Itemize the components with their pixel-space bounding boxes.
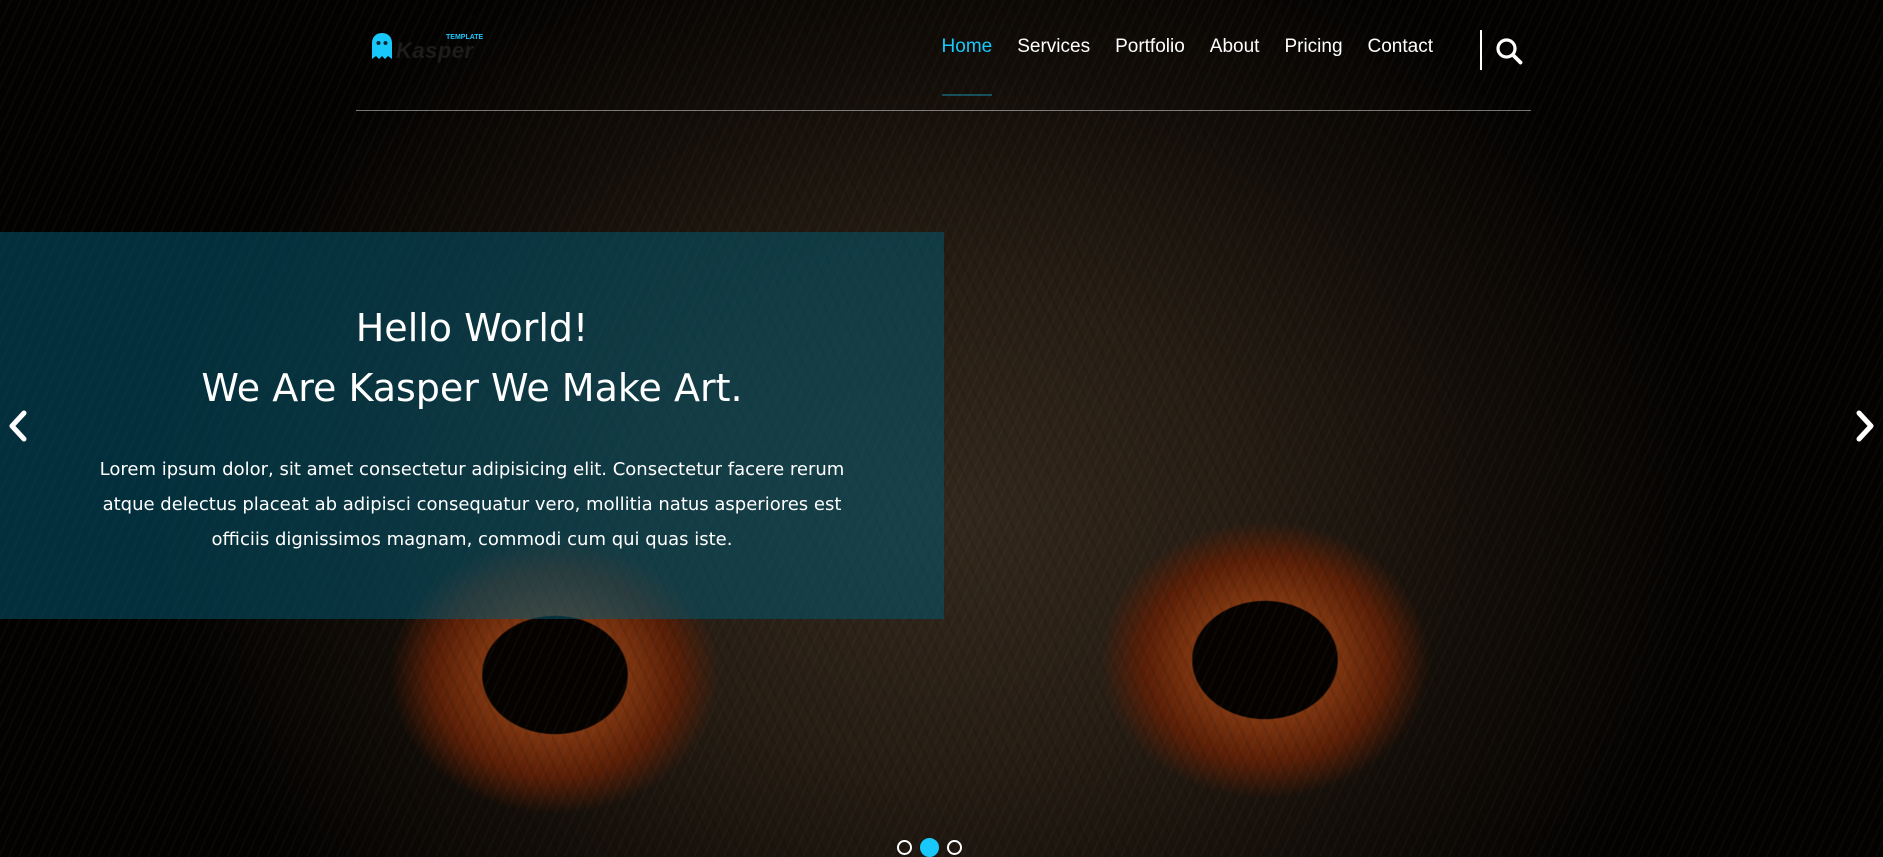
chevron-right-icon[interactable] xyxy=(1853,408,1877,444)
hero-title-line-1: Hello World! xyxy=(355,306,589,350)
nav-item-portfolio[interactable]: Portfolio xyxy=(1115,36,1185,58)
logo-tag: TEMPLATE xyxy=(446,34,484,41)
hero-title: Hello World! We Are Kasper We Make Art. xyxy=(0,232,944,418)
logo-text: Kasper xyxy=(396,38,474,63)
nav-item-contact[interactable]: Contact xyxy=(1368,36,1433,58)
slider-bullets xyxy=(897,838,962,857)
site-header: Kasper TEMPLATE Home Services Portfolio … xyxy=(356,0,1531,111)
nav-divider xyxy=(1480,30,1482,70)
logo[interactable]: Kasper TEMPLATE xyxy=(370,32,483,64)
slide-bullet-3[interactable] xyxy=(947,840,962,855)
hero-text-panel: Hello World! We Are Kasper We Make Art. … xyxy=(0,232,944,619)
search-icon[interactable] xyxy=(1495,37,1523,65)
nav-item-home[interactable]: Home xyxy=(941,36,992,96)
nav-item-services[interactable]: Services xyxy=(1017,36,1090,58)
main-nav: Home Services Portfolio About Pricing Co… xyxy=(917,36,1433,96)
chevron-left-icon[interactable] xyxy=(6,408,30,444)
hero-description: Lorem ipsum dolor, sit amet consectetur … xyxy=(99,459,845,550)
ghost-icon xyxy=(372,33,392,59)
nav-item-about[interactable]: About xyxy=(1210,36,1260,58)
slide-bullet-2[interactable] xyxy=(920,838,939,857)
slide-bullet-1[interactable] xyxy=(897,840,912,855)
hero-title-line-2: We Are Kasper We Make Art. xyxy=(201,366,743,410)
nav-item-pricing[interactable]: Pricing xyxy=(1284,36,1342,58)
hero-section: Kasper TEMPLATE Home Services Portfolio … xyxy=(0,0,1883,857)
